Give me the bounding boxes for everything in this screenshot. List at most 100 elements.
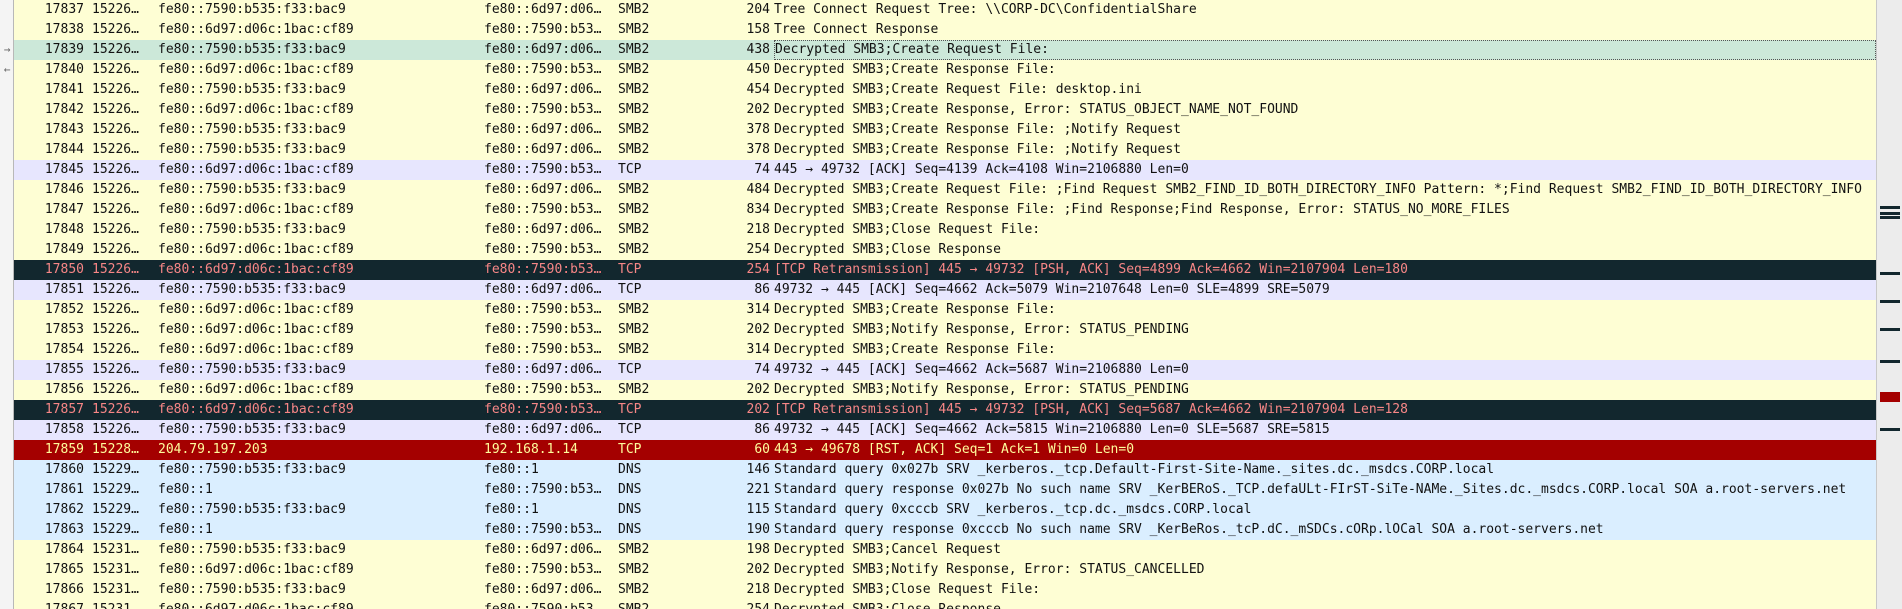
packet-info: Decrypted SMB3;Close Request File:	[774, 222, 1041, 237]
packet-row[interactable]: 17844 15226… fe80::7590:b535:f33:bac9 fe80:…	[0, 140, 1876, 160]
packet-source: fe80::7590:b535:f33:bac9	[158, 142, 346, 157]
related-response-arrow-icon: ←	[3, 63, 11, 76]
packet-row[interactable]: 17862 15229… fe80::7590:b535:f33:bac9 fe80:…	[0, 500, 1876, 520]
packet-row[interactable]: 17859 15228… 204.79.197.203 192.168.1.14 TCP…	[0, 440, 1876, 460]
packet-protocol: TCP	[618, 282, 642, 297]
packet-row[interactable]: 17861 15229… fe80::1 fe80::7590:b53… DNS 221 S…	[0, 480, 1876, 500]
packet-row[interactable]: 17860 15229… fe80::7590:b535:f33:bac9 fe80:…	[0, 460, 1876, 480]
packet-time: 15231…	[92, 582, 139, 597]
packet-row[interactable]: 17857 15226… fe80::6d97:d06c:1bac:cf89 fe80…	[0, 400, 1876, 420]
packet-length: 254	[718, 600, 770, 609]
packet-row[interactable]: 17849 15226… fe80::6d97:d06c:1bac:cf89 fe80…	[0, 240, 1876, 260]
packet-protocol: SMB2	[618, 102, 650, 117]
minimap-mark	[1880, 392, 1900, 402]
packet-list-scrollbar[interactable]	[1876, 0, 1902, 609]
packet-length: 202	[746, 562, 770, 577]
packet-length: 190	[746, 522, 770, 537]
related-packet-gutter	[0, 220, 14, 240]
related-packet-gutter	[0, 240, 14, 260]
packet-length: 74	[754, 162, 770, 177]
packet-number: 17845	[44, 162, 84, 177]
packet-row[interactable]: 17841 15226… fe80::7590:b535:f33:bac9 fe80:…	[0, 80, 1876, 100]
packet-destination: fe80::7590:b53…	[484, 382, 602, 397]
packet-number: 17842	[44, 102, 84, 117]
packet-time: 15226…	[92, 422, 139, 437]
packet-info: Decrypted SMB3;Notify Response, Error: S…	[774, 562, 1205, 577]
packet-number: 17851	[44, 282, 84, 297]
packet-length: 254	[746, 262, 770, 277]
packet-source: fe80::7590:b535:f33:bac9	[158, 462, 346, 477]
packet-row[interactable]: 17864 15231… fe80::7590:b535:f33:bac9 fe80:…	[0, 540, 1876, 560]
packet-info: Decrypted SMB3;Create Response File:	[774, 62, 1056, 77]
packet-row[interactable]: 17846 15226… fe80::7590:b535:f33:bac9 fe80:…	[0, 180, 1876, 200]
packet-info: [TCP Retransmission] 445 → 49732 [PSH, A…	[774, 402, 1408, 417]
packet-source: fe80::7590:b535:f33:bac9	[158, 362, 346, 377]
packet-destination: fe80::7590:b53…	[484, 562, 602, 577]
packet-length: 86	[754, 422, 770, 437]
packet-length: 218	[746, 582, 770, 597]
packet-destination: fe80::1	[484, 462, 539, 477]
packet-source: fe80::7590:b535:f33:bac9	[158, 502, 346, 517]
packet-info: Standard query 0x027b SRV _kerberos._tcp…	[774, 462, 1495, 477]
related-packet-gutter	[0, 260, 14, 280]
related-packet-gutter	[0, 80, 14, 100]
packet-time: 15226…	[92, 222, 139, 237]
packet-number: 17844	[44, 142, 84, 157]
packet-time: 15226…	[92, 322, 139, 337]
packet-row[interactable]: 17863 15229… fe80::1 fe80::7590:b53… DNS 190 S…	[0, 520, 1876, 540]
packet-protocol: SMB2	[618, 322, 650, 337]
packet-row[interactable]: → 17839 15226… fe80::7590:b535:f33:bac9 fe80…	[0, 40, 1876, 60]
packet-info: Decrypted SMB3;Create Response, Error: S…	[774, 102, 1299, 117]
packet-time: 15226…	[92, 82, 139, 97]
packet-time: 15226…	[92, 342, 139, 357]
packet-info: Decrypted SMB3;Create Response File: ;No…	[774, 122, 1181, 137]
packet-row[interactable]: 17866 15231… fe80::7590:b535:f33:bac9 fe80:…	[0, 580, 1876, 600]
packet-destination: fe80::6d97:d06…	[484, 122, 602, 137]
packet-info: 49732 → 445 [ACK] Seq=4662 Ack=5815 Win=…	[774, 422, 1330, 437]
packet-time: 15229…	[92, 462, 139, 477]
packet-row[interactable]: 17850 15226… fe80::6d97:d06c:1bac:cf89 fe80…	[0, 260, 1876, 280]
packet-row[interactable]: 17847 15226… fe80::6d97:d06c:1bac:cf89 fe80…	[0, 200, 1876, 220]
packet-length: 314	[746, 302, 770, 317]
packet-time: 15226…	[92, 262, 139, 277]
packet-protocol: TCP	[618, 442, 642, 457]
packet-row[interactable]: 17853 15226… fe80::6d97:d06c:1bac:cf89 fe80…	[0, 320, 1876, 340]
packet-length: 454	[746, 82, 770, 97]
packet-number: 17848	[44, 222, 84, 237]
packet-number: 17858	[44, 422, 84, 437]
related-packet-gutter: ←	[0, 60, 14, 80]
packet-destination: fe80::6d97:d06…	[484, 222, 602, 237]
packet-row[interactable]: 17851 15226… fe80::7590:b535:f33:bac9 fe80:…	[0, 280, 1876, 300]
packet-length: 158	[746, 22, 770, 37]
packet-row[interactable]: 17848 15226… fe80::7590:b535:f33:bac9 fe80:…	[0, 220, 1876, 240]
packet-protocol: DNS	[618, 482, 642, 497]
minimap-mark	[1880, 272, 1900, 275]
packet-number: 17849	[44, 242, 84, 257]
packet-row[interactable]: 17852 15226… fe80::6d97:d06c:1bac:cf89 fe80…	[0, 300, 1876, 320]
packet-row[interactable]: 17843 15226… fe80::7590:b535:f33:bac9 fe80:…	[0, 120, 1876, 140]
packet-row[interactable]: 17856 15226… fe80::6d97:d06c:1bac:cf89 fe80…	[0, 380, 1876, 400]
packet-protocol: DNS	[618, 502, 642, 517]
packet-destination: fe80::7590:b53…	[484, 162, 602, 177]
packet-row[interactable]: 17855 15226… fe80::7590:b535:f33:bac9 fe80:…	[0, 360, 1876, 380]
packet-length: 834	[746, 202, 770, 217]
packet-row[interactable]: 17845 15226… fe80::6d97:d06c:1bac:cf89 fe80…	[0, 160, 1876, 180]
packet-source: fe80::6d97:d06c:1bac:cf89	[158, 62, 354, 77]
packet-length: 146	[746, 462, 770, 477]
packet-length: 202	[746, 322, 770, 337]
packet-row[interactable]: 17838 15226… fe80::6d97:d06c:1bac:cf89 fe80…	[0, 20, 1876, 40]
packet-row[interactable]: 17867 15231…fe80::6d97:d06c:1bac:cf89fe80…	[0, 600, 1876, 609]
packet-destination: fe80::6d97:d06…	[484, 2, 602, 17]
packet-row[interactable]: ← 17840 15226… fe80::6d97:d06c:1bac:cf89 fe8…	[0, 60, 1876, 80]
packet-protocol: SMB2	[618, 182, 650, 197]
packet-row[interactable]: 17858 15226… fe80::7590:b535:f33:bac9 fe80:…	[0, 420, 1876, 440]
packet-row[interactable]: 17842 15226… fe80::6d97:d06c:1bac:cf89 fe80…	[0, 100, 1876, 120]
packet-destination: fe80::7590:b53…	[484, 102, 602, 117]
packet-destination: fe80::6d97:d06…	[484, 82, 602, 97]
packet-list[interactable]: 17837 15226… fe80::7590:b535:f33:bac9 fe80:…	[0, 0, 1876, 609]
packet-source: fe80::6d97:d06c:1bac:cf89	[158, 162, 354, 177]
packet-row[interactable]: 17854 15226… fe80::6d97:d06c:1bac:cf89 fe80…	[0, 340, 1876, 360]
packet-row[interactable]: 17865 15231… fe80::6d97:d06c:1bac:cf89 fe80…	[0, 560, 1876, 580]
packet-row[interactable]: 17837 15226… fe80::7590:b535:f33:bac9 fe80:…	[0, 0, 1876, 20]
packet-number: 17839	[44, 42, 84, 57]
